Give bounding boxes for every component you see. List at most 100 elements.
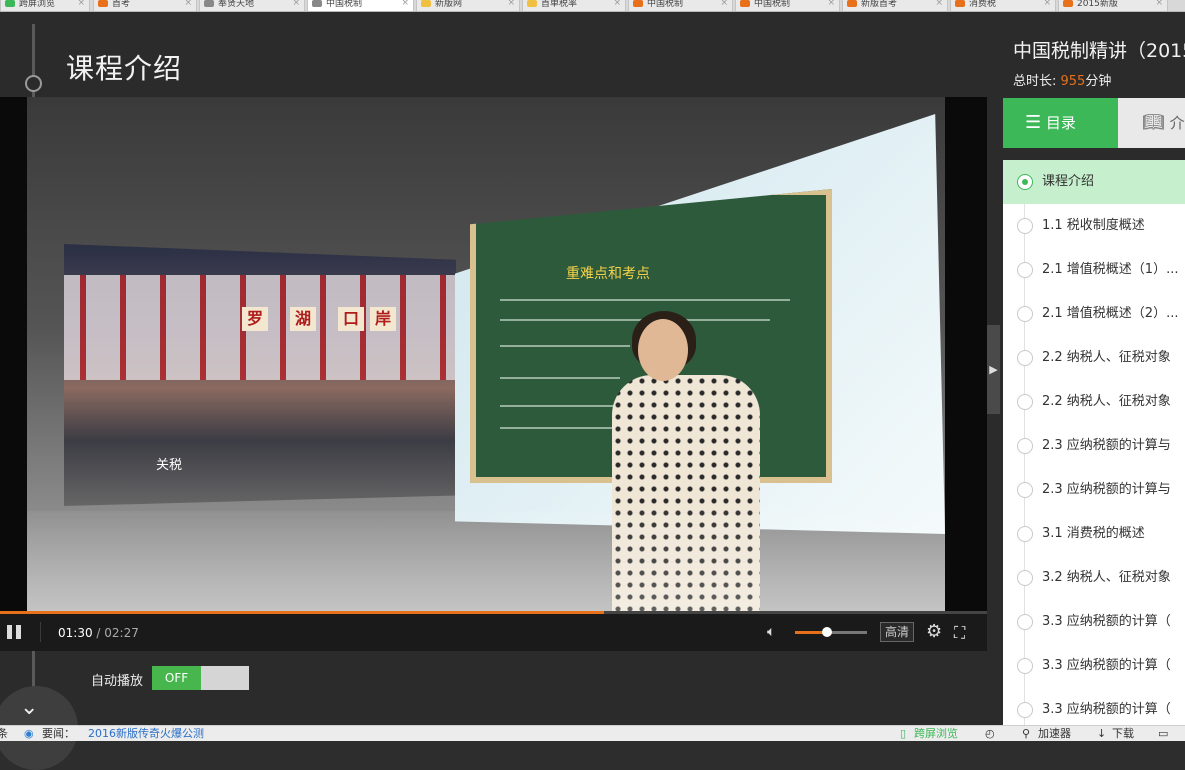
autoplay-label: 自动播放 <box>91 674 144 689</box>
crossscreen-link[interactable]: 跨屏浏览 <box>914 726 958 742</box>
close-icon[interactable]: × <box>720 0 728 8</box>
chapter-item[interactable]: 3.2 纳税人、征税对象 <box>1003 556 1185 600</box>
chapter-item[interactable]: 2.2 纳税人、征税对象 <box>1003 380 1185 424</box>
browser-tab-strip: 跨屏浏览 × 首考 × 奉贤天地 × 中国税制 × 新版网 × 首单税率 × 中国税制 × 中国税制 × 新版首… <box>0 0 1185 12</box>
browser-tab-label: 首单税率 <box>541 0 578 9</box>
close-icon[interactable]: × <box>935 0 943 8</box>
tab-catalog[interactable]: ☰ 目录 <box>1003 98 1118 148</box>
accelerator-button[interactable]: 加速器 <box>1038 726 1071 742</box>
volume-icon[interactable]: 🔈︎ <box>767 624 775 640</box>
history-icon[interactable]: ◴ <box>985 726 995 742</box>
chapter-label: 3.1 消费税的概述 <box>1042 526 1145 541</box>
chapter-label: 3.3 应纳税额的计算（ <box>1042 614 1171 629</box>
timeline-line <box>32 24 35 108</box>
chapter-radio-icon <box>1017 218 1033 234</box>
browser-tab[interactable]: 2015新版 × <box>1058 0 1168 11</box>
chapter-item[interactable]: 2.1 增值税概述（2）... <box>1003 292 1185 336</box>
chapter-item[interactable]: 3.3 应纳税额的计算（ <box>1003 644 1185 688</box>
chapter-item[interactable]: 课程介绍 <box>1003 160 1185 204</box>
panel-tabs: ☰ 目录 📖︎ 介 <box>1003 98 1185 148</box>
close-icon[interactable]: × <box>184 0 192 8</box>
browser-tab[interactable]: 中国税制 × <box>628 0 733 11</box>
chapter-radio-icon <box>1017 614 1033 630</box>
chapter-item[interactable]: 3.3 应纳税额的计算（ <box>1003 688 1185 725</box>
globe-icon: ◉ <box>24 727 34 740</box>
volume-knob[interactable] <box>822 627 833 637</box>
browser-tab[interactable]: 消费税 × <box>950 0 1056 11</box>
browser-tab[interactable]: 首考 × <box>93 0 197 11</box>
board-title: 重难点和考点 <box>566 266 650 282</box>
pause-icon[interactable] <box>7 625 21 639</box>
browser-tab-label: 消费税 <box>969 0 997 9</box>
total-time: / 02:27 <box>96 626 139 640</box>
tab-favicon-icon <box>740 0 750 7</box>
browser-tab-label: 奉贤天地 <box>218 0 255 9</box>
browser-tab[interactable]: 跨屏浏览 × <box>0 0 90 11</box>
browser-tab-label: 新版网 <box>435 0 463 9</box>
chapter-item[interactable]: 1.1 税收制度概述 <box>1003 204 1185 248</box>
sign-char: 湖 <box>290 306 316 331</box>
course-title: 中国税制精讲（2015 <box>1013 40 1185 62</box>
panel-toggle-arrow-icon[interactable]: ▶ <box>987 325 1000 414</box>
chapter-radio-icon <box>1017 526 1033 542</box>
progress-bar[interactable] <box>0 611 987 614</box>
video-player[interactable]: 罗 湖 口 岸 关税 重难点和考点 <box>0 97 987 611</box>
close-icon[interactable]: × <box>827 0 835 8</box>
close-icon[interactable]: × <box>401 0 409 8</box>
news-link[interactable]: 2016新版传奇火爆公测 <box>88 726 204 742</box>
close-icon[interactable]: × <box>507 0 515 8</box>
browser-tab[interactable]: 新版网 × <box>416 0 520 11</box>
chapter-radio-icon <box>1017 174 1033 190</box>
browser-tab-label: 2015新版 <box>1077 0 1118 9</box>
close-icon[interactable]: × <box>613 0 621 8</box>
close-icon[interactable]: × <box>1043 0 1051 8</box>
chapter-item[interactable]: 3.3 应纳税额的计算（ <box>1003 600 1185 644</box>
sign-char: 口 <box>338 306 364 331</box>
chevron-down-icon[interactable]: ⌄ <box>20 695 38 720</box>
browser-tab-label: 中国税制 <box>754 0 791 9</box>
download-button[interactable]: 下载 <box>1112 726 1134 742</box>
chapter-item[interactable]: 2.1 增值税概述（1）... <box>1003 248 1185 292</box>
tab-intro[interactable]: 📖︎ 介 <box>1118 98 1185 148</box>
browser-tab[interactable]: 奉贤天地 × <box>199 0 305 11</box>
chapter-item[interactable]: 3.1 消费税的概述 <box>1003 512 1185 556</box>
time-display: 01:30 / 02:27 <box>58 626 139 640</box>
chapter-radio-icon <box>1017 702 1033 718</box>
close-icon[interactable]: × <box>292 0 300 8</box>
chapter-label: 课程介绍 <box>1042 174 1095 189</box>
book-icon: 📖︎ <box>1142 112 1165 133</box>
close-icon[interactable]: × <box>77 0 85 8</box>
quality-button[interactable]: 高清 <box>880 622 914 642</box>
chapter-radio-icon <box>1017 570 1033 586</box>
list-icon: ☰ <box>1025 112 1042 133</box>
close-icon[interactable]: × <box>1155 0 1163 8</box>
chapter-radio-icon <box>1017 350 1033 366</box>
browser-tab[interactable]: 中国税制 × <box>735 0 840 11</box>
phone-icon: ▯ <box>900 727 907 740</box>
accelerator-icon: ⚲ <box>1022 727 1031 740</box>
chapter-item[interactable]: 2.2 纳税人、征税对象 <box>1003 336 1185 380</box>
course-duration: 总时长: 955分钟 <box>1013 74 1112 89</box>
fullscreen-icon[interactable]: ⛶ <box>954 623 965 643</box>
sign-char: 岸 <box>370 306 396 331</box>
browser-tab-label: 中国税制 <box>647 0 684 9</box>
chapter-radio-icon <box>1017 658 1033 674</box>
autoplay-toggle[interactable]: OFF <box>152 666 249 690</box>
chapter-label: 2.1 增值税概述（1）... <box>1042 262 1179 277</box>
chapter-radio-icon <box>1017 394 1033 410</box>
browser-tab[interactable]: 中国税制 × <box>307 0 414 11</box>
tab-favicon-icon <box>98 0 108 7</box>
browser-tab[interactable]: 新版首考 × <box>842 0 948 11</box>
tab-favicon-icon <box>312 0 322 7</box>
chapter-label: 2.3 应纳税额的计算与 <box>1042 482 1171 497</box>
browser-tab[interactable]: 首单税率 × <box>522 0 626 11</box>
chapter-label: 3.2 纳税人、征税对象 <box>1042 570 1171 585</box>
tab-favicon-icon <box>847 0 857 7</box>
window-icon[interactable]: ▭ <box>1158 726 1168 742</box>
chapter-label: 2.1 增值税概述（2）... <box>1042 306 1179 321</box>
gear-icon[interactable]: ⚙ <box>926 621 942 642</box>
chapter-item[interactable]: 2.3 应纳税额的计算与 <box>1003 424 1185 468</box>
chapter-item[interactable]: 2.3 应纳税额的计算与 <box>1003 468 1185 512</box>
browser-status-bar: 头条 ◉ 要闻： 2016新版传奇火爆公测 ▯ 跨屏浏览 ◴ ⚲ 加速器 ↓ 下… <box>0 725 1185 741</box>
tab-favicon-icon <box>5 0 15 7</box>
